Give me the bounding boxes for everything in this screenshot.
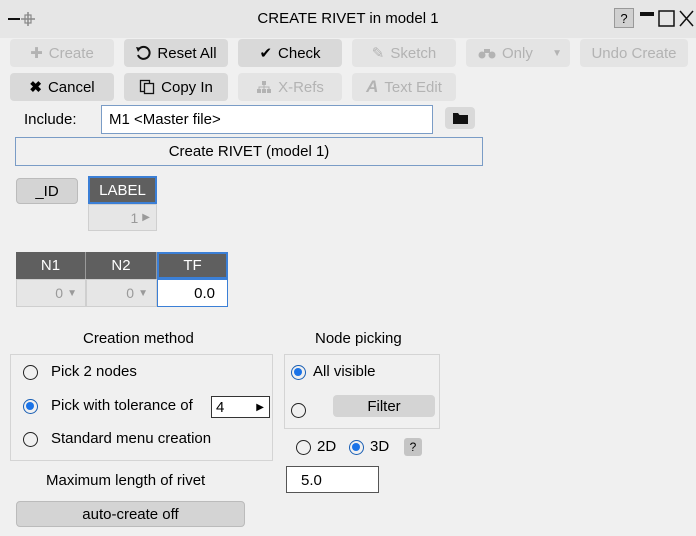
id-button[interactable]: _ID [16, 178, 78, 204]
label-column-header[interactable]: LABEL [88, 176, 157, 204]
pick-2-nodes-radio[interactable] [23, 365, 38, 380]
window-controls [640, 10, 694, 27]
only-button[interactable]: Only ▼ [466, 39, 570, 67]
max-length-field[interactable]: 5.0 [286, 466, 379, 493]
tf-column-header[interactable]: TF [157, 252, 228, 279]
dimension-help-button[interactable]: ? [404, 438, 422, 456]
create-rivet-header: Create RIVET (model 1) [15, 137, 483, 166]
plus-icon: ✚ [30, 45, 43, 62]
copy-in-button[interactable]: Copy In [124, 73, 228, 101]
maximize-icon [658, 10, 675, 27]
3d-label: 3D [370, 438, 390, 455]
pick-2-nodes-label: Pick 2 nodes [51, 363, 137, 380]
tf-field[interactable]: 0.0 [157, 279, 228, 307]
minimize-icon [640, 12, 654, 16]
play-arrow-icon: ▶ [142, 212, 150, 223]
include-label: Include: [24, 111, 77, 128]
2d-label: 2D [317, 438, 337, 455]
dropdown-arrow-icon: ▼ [552, 47, 562, 59]
copy-icon [139, 79, 155, 95]
hierarchy-icon [257, 81, 272, 93]
max-length-label: Maximum length of rivet [46, 472, 206, 489]
standard-menu-creation-radio[interactable] [23, 432, 38, 447]
standard-menu-creation-label: Standard menu creation [51, 430, 212, 447]
n1-column-header[interactable]: N1 [16, 252, 86, 279]
x-refs-button[interactable]: X-Refs [238, 73, 342, 101]
binoculars-icon [478, 49, 496, 59]
label-field[interactable]: 1 ▶ [88, 204, 157, 231]
n1-field[interactable]: 0 ▼ [16, 279, 86, 307]
undo-create-button[interactable]: Undo Create [580, 39, 688, 67]
filter-button[interactable]: Filter [333, 395, 435, 417]
node-picking-title: Node picking [315, 330, 402, 347]
reset-all-button[interactable]: Reset All [124, 39, 228, 67]
auto-create-button[interactable]: auto-create off [16, 501, 245, 527]
pick-with-tolerance-label: Pick with tolerance of [51, 397, 193, 414]
n2-column-header[interactable]: N2 [86, 252, 157, 279]
creation-method-title: Creation method [83, 330, 194, 347]
all-visible-label: All visible [313, 363, 376, 380]
sketch-button[interactable]: ✎ Sketch [352, 39, 456, 67]
window-title: CREATE RIVET in model 1 [257, 10, 439, 27]
close-icon [679, 10, 694, 27]
pick-with-tolerance-radio[interactable] [23, 399, 38, 414]
filter-radio[interactable] [291, 403, 306, 418]
folder-icon [452, 113, 468, 124]
create-button[interactable]: ✚ Create [10, 39, 114, 67]
check-button[interactable]: ✔ Check [238, 39, 342, 67]
2d-radio[interactable] [296, 440, 311, 455]
3d-radio[interactable] [349, 440, 364, 455]
pencil-icon: ✎ [371, 45, 385, 62]
include-field[interactable]: M1 <Master file> [101, 105, 433, 134]
n2-field[interactable]: 0 ▼ [86, 279, 157, 307]
dropdown-arrow-icon: ▼ [138, 287, 148, 299]
open-folder-button[interactable] [445, 107, 475, 129]
text-edit-button[interactable]: A Text Edit [352, 73, 456, 101]
cancel-button[interactable]: ✖ Cancel [10, 73, 114, 101]
tolerance-field[interactable]: 4 ▶ [211, 396, 270, 418]
all-visible-radio[interactable] [291, 365, 306, 380]
dropdown-arrow-icon: ▼ [67, 287, 77, 299]
checkmark-icon: ✔ [259, 45, 273, 62]
play-arrow-icon: ▶ [256, 401, 264, 413]
reset-icon [136, 45, 151, 60]
text-a-icon: A [366, 77, 379, 96]
x-icon: ✖ [29, 79, 42, 96]
help-button[interactable]: ? [614, 8, 634, 28]
